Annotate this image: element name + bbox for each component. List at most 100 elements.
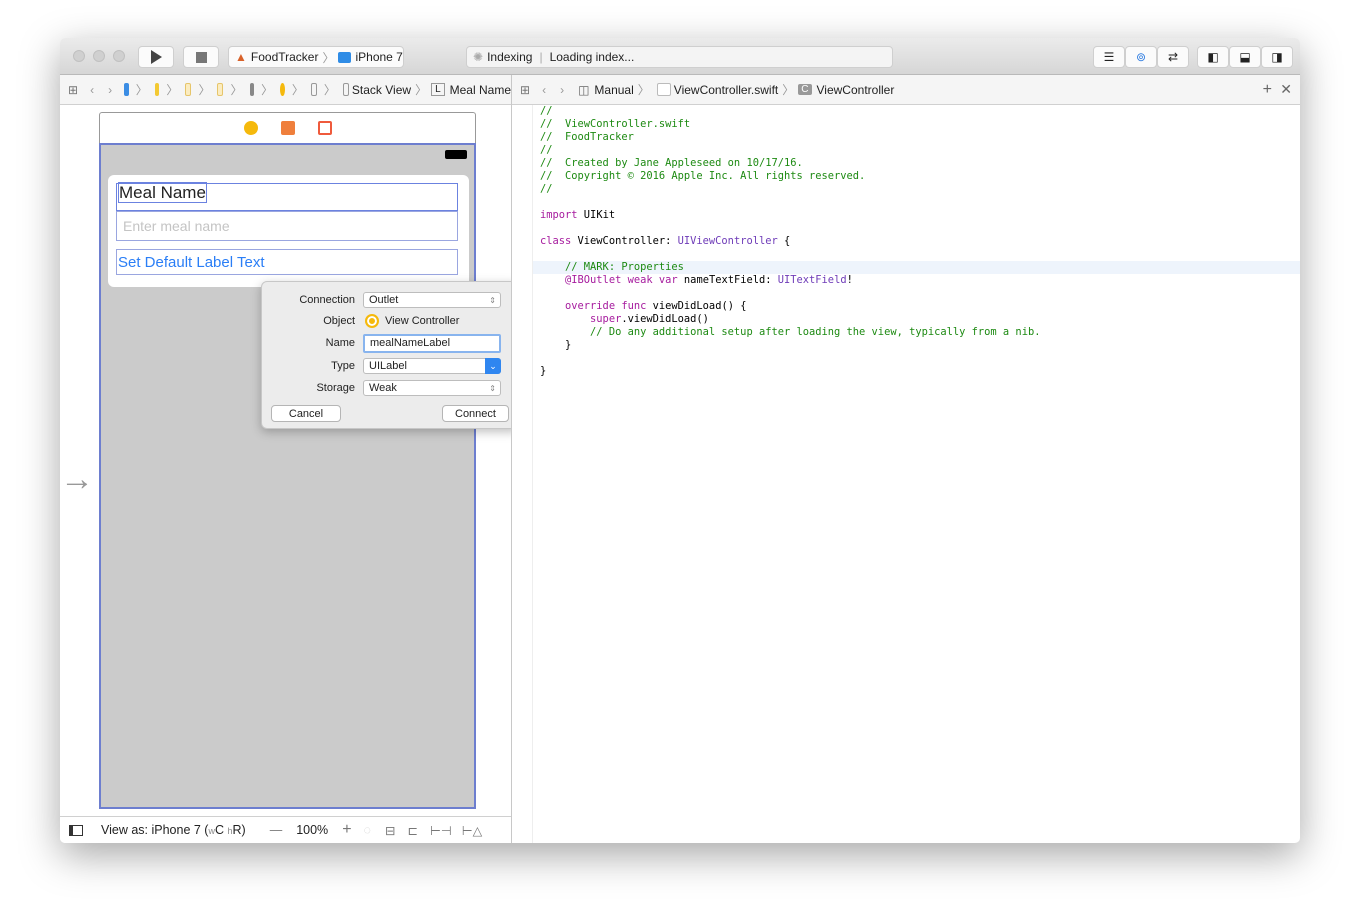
entry-arrow-icon: →: [60, 460, 94, 498]
zoom-level[interactable]: 100%: [296, 823, 328, 837]
code-line[interactable]: // Do any additional setup after loading…: [540, 326, 1040, 339]
add-editor-button[interactable]: +: [1263, 81, 1272, 99]
code-token: }: [540, 365, 547, 377]
code-line[interactable]: // MARK: Properties: [540, 261, 1040, 274]
navigator-toggle[interactable]: ◧: [1197, 46, 1229, 68]
code-token: // Copyright © 2016 Apple Inc. All right…: [540, 170, 866, 182]
code-line[interactable]: class ViewController: UIViewController {: [540, 235, 1040, 248]
canvas-bottom-bar: View as: iPhone 7 (wC hR) — 100% + ◌ ⊟ ⊏…: [60, 816, 511, 843]
first-responder-icon[interactable]: [281, 121, 295, 135]
view-as-button[interactable]: View as: iPhone 7 (wC hR): [101, 823, 246, 837]
stop-button[interactable]: [183, 46, 219, 68]
stack-view[interactable]: Meal Name Enter meal name Set Default La…: [108, 175, 469, 287]
width-class: C: [214, 823, 228, 837]
code-line[interactable]: override func viewDidLoad() {: [540, 300, 1040, 313]
forward-button[interactable]: ›: [108, 83, 112, 97]
meal-name-text-field[interactable]: Enter meal name: [116, 211, 458, 241]
view-icon[interactable]: [310, 83, 317, 96]
jump-manual[interactable]: Manual: [594, 83, 633, 97]
version-editor-button[interactable]: ⇄: [1157, 46, 1189, 68]
code-line[interactable]: //: [540, 105, 1040, 118]
split-icon: ◫: [578, 82, 590, 97]
related-items-icon[interactable]: ⊞: [68, 83, 78, 97]
close-editor-button[interactable]: ✕: [1280, 81, 1292, 98]
assistant-editor-button[interactable]: ⊚: [1125, 46, 1157, 68]
code-line[interactable]: import UIKit: [540, 209, 1040, 222]
code-line[interactable]: //: [540, 144, 1040, 157]
cancel-button[interactable]: Cancel: [271, 405, 341, 422]
code-token: func: [621, 300, 647, 312]
view-controller-dock-icon[interactable]: [244, 121, 258, 135]
back-button[interactable]: ‹: [542, 83, 546, 97]
code-line[interactable]: [540, 287, 1040, 300]
align-icon[interactable]: ⊏: [407, 823, 417, 838]
connection-select[interactable]: Outlet ⇕: [363, 292, 501, 308]
line-gutter: [512, 105, 533, 843]
chevron-down-icon[interactable]: ⌄: [485, 358, 501, 374]
code-editor[interactable]: //// ViewController.swift// FoodTracker /…: [540, 105, 1040, 378]
embed-in-stack-icon[interactable]: ⊟: [385, 823, 395, 838]
code-line[interactable]: [540, 196, 1040, 209]
pin-icon[interactable]: ⊢⊣: [430, 823, 452, 838]
code-line[interactable]: [540, 222, 1040, 235]
jump-stack-view[interactable]: Stack View: [352, 83, 411, 97]
stack-view-icon[interactable]: [342, 83, 349, 96]
update-frames-icon[interactable]: ◌: [364, 823, 371, 837]
connection-popover: Connection Outlet ⇕ Object View Controller …: [261, 281, 519, 429]
code-line[interactable]: // ViewController.swift: [540, 118, 1040, 131]
run-button[interactable]: [138, 46, 174, 68]
code-line[interactable]: // Copyright © 2016 Apple Inc. All right…: [540, 170, 1040, 183]
debug-toggle[interactable]: ⬓: [1229, 46, 1261, 68]
forward-button[interactable]: ›: [560, 83, 564, 97]
code-token: // Created by Jane Appleseed on 10/17/16…: [540, 157, 803, 169]
device-name: iPhone 7: [355, 50, 403, 64]
name-label: Name: [325, 337, 355, 349]
object-value: View Controller: [385, 315, 460, 327]
storyboard-canvas[interactable]: → Meal Name Enter meal name Set Default …: [60, 105, 519, 816]
close-button[interactable]: [73, 50, 85, 62]
jump-file[interactable]: ViewController.swift: [674, 83, 778, 97]
code-line[interactable]: // FoodTracker: [540, 131, 1040, 144]
code-line[interactable]: @IBOutlet weak var nameTextField: UIText…: [540, 274, 1040, 287]
swift-file-icon: [656, 83, 671, 96]
zoom-out-button[interactable]: —: [270, 823, 283, 837]
project-icon[interactable]: [124, 83, 129, 96]
name-input[interactable]: mealNameLabel: [363, 333, 501, 353]
resolve-issues-icon[interactable]: ⊢△: [462, 823, 483, 838]
code-token: //: [540, 183, 553, 195]
set-default-label-button[interactable]: Set Default Label Text: [116, 249, 458, 275]
code-line[interactable]: super.viewDidLoad(): [540, 313, 1040, 326]
standard-editor-button[interactable]: ☰: [1093, 46, 1125, 68]
view-controller-icon[interactable]: [280, 83, 285, 96]
utilities-toggle[interactable]: ◨: [1261, 46, 1293, 68]
storyboard-icon[interactable]: [185, 83, 192, 96]
minimize-button[interactable]: [93, 50, 105, 62]
code-line[interactable]: // Created by Jane Appleseed on 10/17/16…: [540, 157, 1040, 170]
code-line[interactable]: [540, 248, 1040, 261]
jump-meal-name[interactable]: Meal Name: [450, 83, 511, 97]
code-line[interactable]: //: [540, 183, 1040, 196]
connection-value: Outlet: [369, 294, 399, 306]
storyboard-base-icon[interactable]: [217, 83, 224, 96]
type-combobox[interactable]: UILabel ⌄: [363, 358, 501, 374]
meal-name-label[interactable]: Meal Name: [116, 182, 458, 211]
document-outline-toggle[interactable]: [69, 824, 83, 836]
spinner-icon: ✺: [473, 50, 484, 64]
battery-icon: [445, 150, 467, 159]
scheme-selector[interactable]: ▲ FoodTracker 〉 iPhone 7: [228, 46, 404, 68]
connect-button[interactable]: Connect: [442, 405, 509, 422]
updown-icon: ⇕: [489, 383, 496, 393]
code-line[interactable]: [540, 352, 1040, 365]
jump-class[interactable]: ViewController: [817, 83, 895, 97]
scene-view[interactable]: Meal Name Enter meal name Set Default La…: [99, 143, 476, 809]
exit-icon[interactable]: [318, 121, 332, 135]
code-line[interactable]: }: [540, 365, 1040, 378]
zoom-in-button[interactable]: +: [342, 821, 351, 839]
scene-icon[interactable]: [249, 83, 255, 96]
storage-select[interactable]: Weak ⇕: [363, 380, 501, 396]
related-items-icon[interactable]: ⊞: [520, 83, 530, 97]
folder-icon[interactable]: [154, 83, 160, 96]
back-button[interactable]: ‹: [90, 83, 94, 97]
code-line[interactable]: }: [540, 339, 1040, 352]
zoom-button[interactable]: [113, 50, 125, 62]
